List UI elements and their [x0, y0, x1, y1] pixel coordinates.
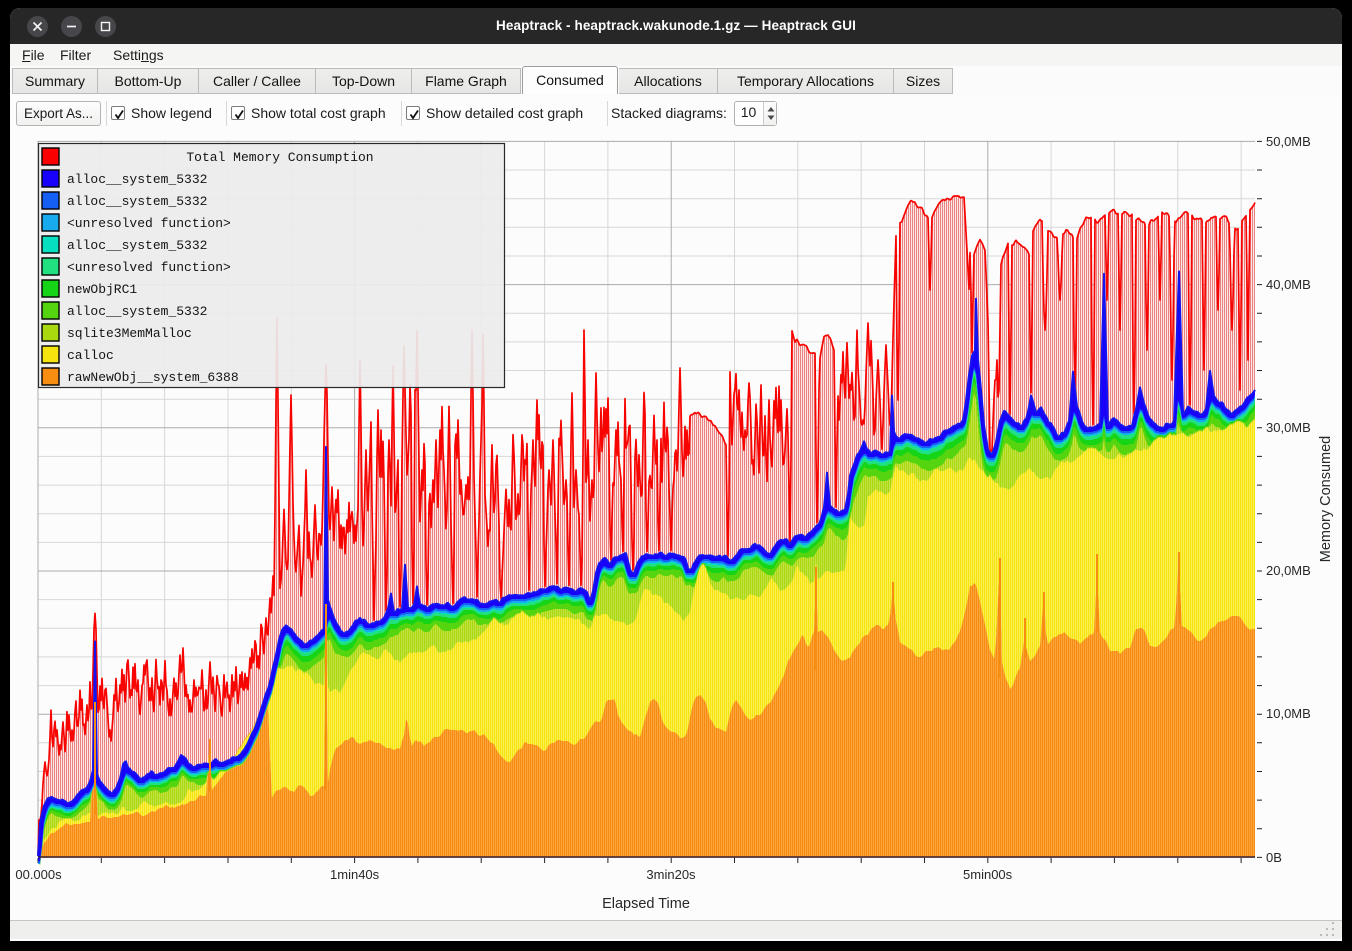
svg-text:<unresolved function>: <unresolved function> [67, 216, 231, 231]
svg-text:<unresolved function>: <unresolved function> [67, 260, 231, 275]
svg-text:Memory Consumed: Memory Consumed [1318, 436, 1334, 563]
svg-text:alloc__system_5332: alloc__system_5332 [67, 194, 207, 209]
svg-text:Elapsed Time: Elapsed Time [602, 896, 690, 912]
svg-text:50,0MB: 50,0MB [1266, 134, 1311, 149]
svg-text:alloc__system_5332: alloc__system_5332 [67, 238, 207, 253]
svg-text:0B: 0B [1266, 850, 1282, 865]
svg-text:20,0MB: 20,0MB [1266, 563, 1311, 578]
svg-text:10,0MB: 10,0MB [1266, 706, 1311, 721]
svg-text:calloc: calloc [67, 348, 114, 363]
svg-text:1min40s: 1min40s [330, 867, 380, 882]
svg-text:5min00s: 5min00s [963, 867, 1013, 882]
svg-text:alloc__system_5332: alloc__system_5332 [67, 304, 207, 319]
svg-text:sqlite3MemMalloc: sqlite3MemMalloc [67, 326, 192, 341]
svg-text:3min20s: 3min20s [646, 867, 696, 882]
svg-text:00.000s: 00.000s [15, 867, 62, 882]
svg-text:alloc__system_5332: alloc__system_5332 [67, 172, 207, 187]
svg-text:newObjRC1: newObjRC1 [67, 282, 137, 297]
svg-text:Total Memory Consumption: Total Memory Consumption [186, 150, 373, 165]
svg-text:40,0MB: 40,0MB [1266, 277, 1311, 292]
svg-text:rawNewObj__system_6388: rawNewObj__system_6388 [67, 370, 239, 385]
svg-text:30,0MB: 30,0MB [1266, 420, 1311, 435]
